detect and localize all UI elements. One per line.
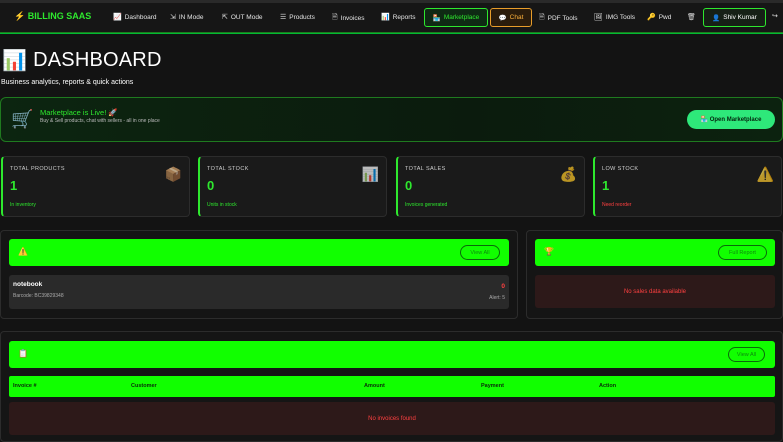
page-title: 📊 DASHBOARD (2, 48, 162, 73)
bar-chart-icon: 📊 (381, 14, 390, 21)
pdf-icon: 🗎 (539, 14, 545, 21)
list-icon: ☰ (280, 14, 287, 21)
box-icon: 📦 (164, 166, 182, 182)
nav-chat-button[interactable]: 💬 Chat (490, 8, 532, 27)
user-icon: 👤 (712, 14, 721, 22)
full-report-button[interactable]: Full Report (718, 245, 767, 260)
trophy-icon: 🏆 (544, 247, 554, 256)
chat-icon: 💬 (498, 14, 507, 22)
document-icon: 🗎 (332, 14, 338, 21)
product-quantity: 0 (501, 283, 505, 290)
stat-label: TOTAL SALES (405, 166, 446, 172)
stat-note: In inventory (10, 202, 36, 208)
column-header-customer[interactable]: Customer (131, 383, 157, 389)
stat-card-total-sales: TOTAL SALES 0 Invoices generated 💰 (396, 156, 585, 217)
stat-label: TOTAL STOCK (207, 166, 249, 172)
column-header-payment[interactable]: Payment (481, 383, 504, 389)
product-name: notebook (13, 281, 43, 288)
open-marketplace-button[interactable]: 🏪 Open Marketplace (687, 110, 775, 129)
nav-pwd-label: Pwd (658, 13, 672, 21)
marketplace-banner: 🛒 Marketplace is Live! 🚀 Buy & Sell prod… (0, 97, 783, 142)
nav-marketplace-label: Marketplace (443, 14, 480, 21)
out-icon: ⇱ (222, 14, 228, 21)
nav-pwd[interactable]: 🔑 Pwd (647, 13, 672, 22)
banner-text: Buy & Sell products, chat with sellers -… (40, 118, 160, 124)
nav-dashboard-label: Dashboard (124, 13, 157, 21)
low-stock-view-all-button[interactable]: View All (460, 245, 500, 260)
page-subtitle: Business analytics, reports & quick acti… (1, 79, 134, 86)
nav-marketplace-button[interactable]: 🏪 Marketplace (424, 8, 488, 27)
stat-value: 1 (10, 178, 18, 193)
warning-icon: ⚠️ (756, 166, 774, 182)
nav-in-mode-label: IN Mode (178, 13, 204, 21)
invoices-view-all-button[interactable]: View All (728, 347, 765, 362)
user-menu-button[interactable]: 👤 Shiv Kumar (703, 8, 766, 27)
nav-trash[interactable]: 🗑 (687, 13, 696, 21)
trash-icon: 🗑 (687, 14, 696, 21)
nav-img-tools[interactable]: 🖼 IMG Tools (594, 13, 636, 22)
stat-note: Invoices generated (405, 202, 448, 208)
invoices-panel-header: 📋 View All (9, 341, 775, 368)
user-name: Shiv Kumar (723, 14, 757, 21)
nav-img-tools-label: IMG Tools (605, 13, 636, 21)
stat-label: TOTAL PRODUCTS (10, 166, 66, 172)
nav-products-label: Products (289, 13, 315, 21)
chart-icon: 📈 (113, 14, 122, 21)
chart-icon: 📊 (361, 166, 379, 182)
nav-invoices-label: Invoices (340, 15, 365, 22)
nav-chat-label: Chat (509, 14, 524, 21)
stat-label: LOW STOCK (602, 166, 639, 172)
nav-pdf-tools[interactable]: 🗎 PDF Tools (539, 13, 578, 24)
top-sellers-empty-message: No sales data available (535, 275, 775, 308)
page-title-text: DASHBOARD (33, 49, 162, 71)
stat-note: Need reorder (602, 202, 632, 208)
top-sellers-panel-header: 🏆 Full Report (535, 239, 775, 266)
stat-card-total-products: TOTAL PRODUCTS 1 In inventory 📦 (1, 156, 190, 217)
money-bag-icon: 💰 (559, 166, 577, 182)
logout-icon[interactable]: ↪ (772, 12, 778, 20)
low-stock-panel-header: ⚠️ View All (9, 239, 509, 266)
stat-value: 0 (405, 178, 413, 193)
column-header-action[interactable]: Action (599, 383, 616, 389)
nav-reports[interactable]: 📊 Reports (381, 13, 416, 22)
nav-dashboard[interactable]: 📈 Dashboard (113, 13, 157, 22)
in-icon: ⇲ (170, 14, 176, 21)
list-item[interactable]: notebook Barcode: BC39829348 0 Alert: 5 (9, 275, 509, 309)
product-barcode: Barcode: BC39829348 (13, 293, 64, 299)
nav-pdf-tools-label: PDF Tools (547, 15, 578, 22)
stat-note: Units in stock (207, 202, 237, 208)
stat-card-total-stock: TOTAL STOCK 0 Units in stock 📊 (198, 156, 387, 217)
nav-out-mode-label: OUT Mode (230, 13, 263, 21)
product-alert-level: Alert: 5 (489, 295, 505, 301)
invoices-table-header: Invoice # Customer Amount Payment Action (9, 376, 775, 397)
cart-icon: 🛒 (11, 109, 34, 129)
dashboard-icon: 📊 (2, 50, 28, 72)
nav-invoices[interactable]: 🗎 Invoices (332, 13, 365, 24)
key-icon: 🔑 (647, 14, 656, 21)
clipboard-icon: 📋 (18, 349, 28, 358)
image-icon: 🖼 (594, 14, 603, 21)
nav-out-mode[interactable]: ⇱ OUT Mode (222, 13, 263, 22)
column-header-invoice[interactable]: Invoice # (13, 383, 37, 389)
nav-products[interactable]: ☰ Products (280, 13, 315, 22)
banner-title: Marketplace is Live! 🚀 (40, 108, 118, 117)
stat-card-low-stock: LOW STOCK 1 Need reorder ⚠️ (593, 156, 782, 217)
brand-logo[interactable]: ⚡ BILLING SAAS (14, 11, 91, 22)
warning-icon: ⚠️ (18, 247, 28, 256)
stat-value: 0 (207, 178, 215, 193)
invoices-empty-message: No invoices found (9, 402, 775, 435)
stat-value: 1 (602, 178, 610, 193)
top-navbar: ⚡ BILLING SAAS 📈 Dashboard ⇲ IN Mode ⇱ OUT … (0, 0, 783, 33)
nav-in-mode[interactable]: ⇲ IN Mode (170, 13, 204, 22)
nav-top-strip (0, 0, 783, 3)
store-icon: 🏪 (432, 14, 441, 22)
column-header-amount[interactable]: Amount (364, 383, 385, 389)
nav-reports-label: Reports (392, 13, 416, 21)
